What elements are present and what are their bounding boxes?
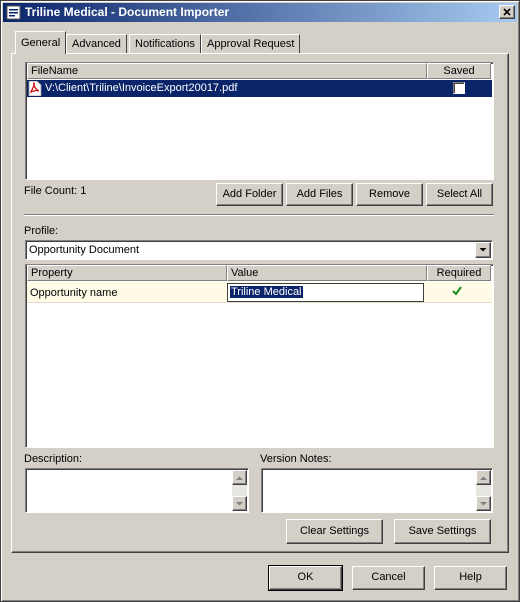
profile-dropdown-value: Opportunity Document: [29, 244, 140, 256]
tab-advanced-label: Advanced: [72, 38, 121, 50]
tab-advanced[interactable]: Advanced: [66, 34, 127, 54]
select-all-button[interactable]: Select All: [426, 183, 493, 206]
chevron-down-icon: [479, 248, 487, 252]
column-header-property[interactable]: Property: [27, 265, 227, 281]
description-label: Description:: [24, 453, 83, 465]
help-button[interactable]: Help: [434, 566, 507, 590]
tab-general[interactable]: General: [15, 31, 67, 54]
separator: [24, 214, 494, 216]
property-name: Opportunity name: [30, 287, 118, 299]
required-check-icon: [451, 285, 463, 300]
importer-window: Triline Medical - Document Importer Gene…: [0, 0, 520, 602]
file-row-saved-checkbox[interactable]: [453, 82, 465, 94]
close-icon: [503, 8, 511, 16]
clear-settings-button-label: Clear Settings: [299, 525, 370, 537]
file-list[interactable]: FileName Saved V:\Client\Triline\Invoice…: [25, 62, 494, 180]
tab-approval-request-label: Approval Request: [207, 38, 295, 50]
remove-button-label: Remove: [369, 188, 410, 200]
column-header-saved-label: Saved: [443, 65, 475, 77]
save-settings-button[interactable]: Save Settings: [394, 519, 491, 544]
column-header-value-label: Value: [231, 267, 259, 279]
property-row[interactable]: Opportunity name Triline Medical: [27, 282, 492, 303]
add-folder-button[interactable]: Add Folder: [216, 183, 283, 206]
ok-button[interactable]: OK: [268, 565, 343, 591]
column-header-value[interactable]: Value: [227, 265, 427, 281]
app-icon: [6, 5, 21, 20]
column-header-filename[interactable]: FileName: [27, 63, 427, 79]
properties-grid[interactable]: Property Value Required Opportunity name…: [25, 264, 494, 448]
column-header-filename-label: FileName: [31, 65, 79, 77]
select-all-button-label: Select All: [436, 188, 483, 200]
cancel-button-label: Cancel: [371, 571, 406, 583]
column-header-required[interactable]: Required: [427, 265, 491, 281]
file-row[interactable]: V:\Client\Triline\InvoiceExport20017.pdf: [27, 80, 492, 97]
property-value-text: Triline Medical: [230, 286, 303, 298]
scroll-down-icon: [480, 502, 487, 506]
add-folder-button-label: Add Folder: [222, 188, 277, 200]
add-files-button-label: Add Files: [296, 188, 343, 200]
description-textarea[interactable]: [25, 468, 249, 513]
file-count: File Count: 1: [24, 185, 87, 197]
scroll-up-icon: [236, 476, 243, 480]
version-notes-textarea[interactable]: [261, 468, 493, 513]
version-notes-scroll-track[interactable]: [476, 485, 491, 496]
description-scroll-down[interactable]: [232, 496, 247, 511]
tab-approval-request[interactable]: Approval Request: [201, 34, 301, 54]
version-notes-label: Version Notes:: [260, 453, 332, 465]
property-value-input[interactable]: Triline Medical: [227, 283, 424, 302]
file-row-filename: V:\Client\Triline\InvoiceExport20017.pdf: [45, 82, 238, 94]
save-settings-button-label: Save Settings: [408, 525, 477, 537]
tab-general-label: General: [21, 37, 61, 49]
profile-dropdown-arrow[interactable]: [475, 242, 491, 258]
add-files-button[interactable]: Add Files: [286, 183, 353, 206]
remove-button[interactable]: Remove: [356, 183, 423, 206]
help-button-label: Help: [459, 571, 482, 583]
scroll-down-icon: [236, 502, 243, 506]
version-notes-scroll-up[interactable]: [476, 470, 491, 485]
ok-button-label: OK: [297, 571, 314, 583]
scroll-up-icon: [480, 476, 487, 480]
general-tab-panel: FileName Saved V:\Client\Triline\Invoice…: [11, 53, 509, 553]
pdf-icon: [28, 80, 42, 99]
column-header-property-label: Property: [31, 267, 73, 279]
tab-notifications[interactable]: Notifications: [129, 34, 201, 54]
cancel-button[interactable]: Cancel: [352, 566, 425, 590]
column-header-required-label: Required: [436, 267, 482, 279]
tab-notifications-label: Notifications: [135, 38, 195, 50]
description-scroll-up[interactable]: [232, 470, 247, 485]
profile-label: Profile:: [24, 225, 59, 237]
profile-dropdown[interactable]: Opportunity Document: [25, 240, 493, 260]
window-title: Triline Medical - Document Importer: [25, 5, 230, 19]
close-button[interactable]: [499, 5, 515, 19]
clear-settings-button[interactable]: Clear Settings: [286, 519, 383, 544]
title-bar[interactable]: Triline Medical - Document Importer: [3, 3, 517, 22]
version-notes-scroll-down[interactable]: [476, 496, 491, 511]
description-scroll-track[interactable]: [232, 485, 247, 496]
column-header-saved[interactable]: Saved: [427, 63, 491, 79]
